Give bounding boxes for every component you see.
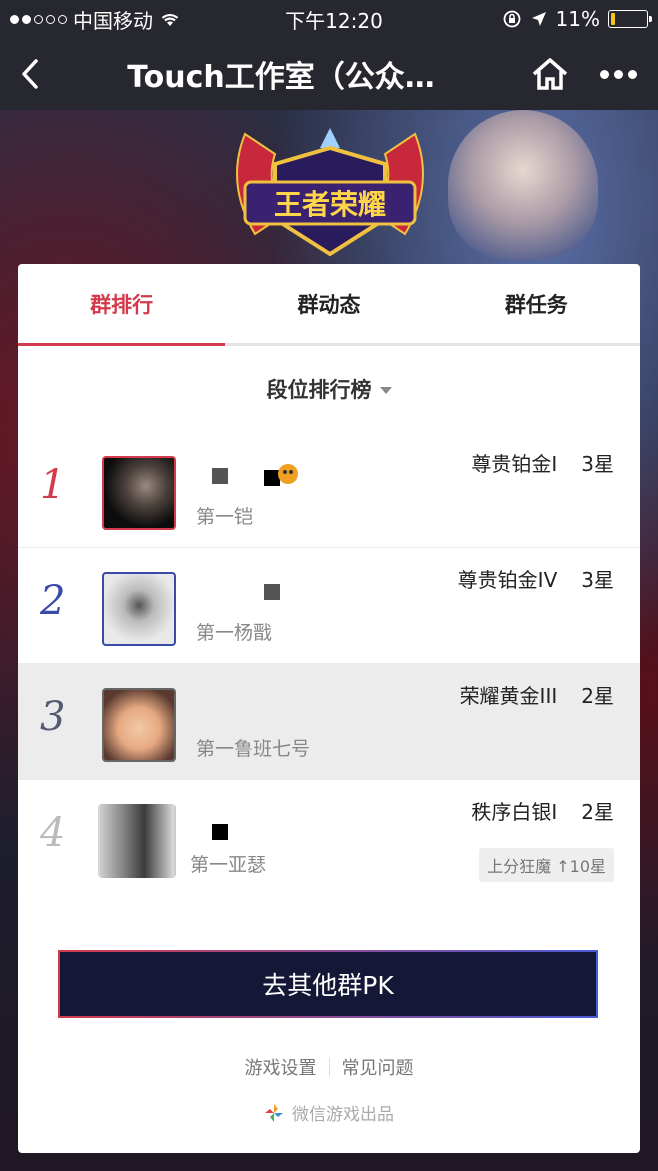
active-tab-indicator [18, 343, 225, 346]
achievement-badge: 上分狂魔 ↑10星 [479, 848, 614, 882]
ranking-row[interactable]: 2 第一杨戬 尊贵铂金IV 3星 [18, 548, 640, 664]
page-title: Touch工作室（公众… [127, 60, 435, 95]
status-bar: 中国移动 下午12:20 11% [0, 0, 658, 38]
player-tier: 尊贵铂金I 3星 [471, 448, 614, 477]
battery-fill [611, 13, 615, 25]
credit-label: 微信游戏出品 [292, 1105, 394, 1125]
carrier-label: 中国移动 [73, 8, 153, 33]
ranking-type-label: 段位排行榜 [266, 378, 372, 402]
ranking-row[interactable]: 4 第一亚瑟 秩序白银I 2星 上分狂魔 ↑10星 [18, 780, 640, 896]
wechat-games-logo-icon [265, 1103, 283, 1122]
back-arrow-icon [22, 59, 38, 89]
player-avatar[interactable] [102, 688, 176, 762]
ranking-row-current-user[interactable]: 3 第一鲁班七号 荣耀黄金III 2星 [18, 664, 640, 780]
redacted-name-block [264, 584, 280, 600]
hero-emoji-icon [278, 464, 298, 484]
player-tier: 荣耀黄金III 2星 [460, 680, 614, 709]
tab-group-activity[interactable]: 群动态 [225, 264, 432, 343]
tier-stars: 2星 [581, 684, 614, 708]
game-logo: 王者荣耀 [215, 124, 445, 264]
player-title: 第一铠 [196, 506, 254, 528]
hero-artwork [448, 110, 598, 260]
ranking-card: 群排行 群动态 群任务 段位排行榜 1 第一铠 尊贵铂金I 3星 2 第一杨戬 … [18, 264, 640, 1153]
nav-bar: Touch工作室（公众… [0, 38, 658, 110]
more-dot-icon [613, 69, 623, 79]
player-avatar[interactable] [98, 804, 176, 878]
divider [328, 1058, 330, 1076]
faq-link[interactable]: 常见问题 [342, 1054, 414, 1080]
ranking-list: 1 第一铠 尊贵铂金I 3星 2 第一杨戬 尊贵铂金IV 3星 3 第一鲁班七号… [18, 432, 640, 896]
home-button[interactable] [522, 57, 578, 91]
wifi-icon [161, 13, 179, 26]
status-time: 下午12:20 [285, 8, 383, 33]
tab-group-ranking[interactable]: 群排行 [18, 264, 225, 343]
status-right: 11% [448, 7, 652, 31]
tier-stars: 3星 [581, 568, 614, 592]
game-logo-emblem: 王者荣耀 [236, 128, 424, 257]
dropdown-caret-icon [379, 387, 392, 394]
redacted-name-block [212, 824, 228, 840]
signal-strength-icon [10, 14, 67, 24]
player-avatar[interactable] [102, 456, 176, 530]
rank-number: 2 [40, 578, 66, 624]
wechat-games-credit: 微信游戏出品 [18, 1100, 640, 1125]
pk-other-groups-button[interactable]: 去其他群PK [58, 950, 598, 1018]
rank-number: 3 [40, 694, 66, 740]
rank-number: 1 [40, 462, 66, 508]
more-dot-icon [627, 69, 637, 79]
home-icon [532, 58, 568, 90]
tier-label: 尊贵铂金I [471, 452, 558, 476]
location-arrow-icon [531, 12, 546, 26]
status-left: 中国移动 [10, 5, 250, 34]
battery-percent: 11% [555, 7, 600, 31]
player-title: 第一鲁班七号 [196, 738, 311, 760]
footer-links: 游戏设置 常见问题 [18, 1054, 640, 1080]
rotation-lock-icon [503, 10, 520, 28]
more-dot-icon [599, 69, 609, 79]
player-tier: 秩序白银I 2星 [471, 796, 614, 825]
back-button[interactable] [0, 38, 60, 110]
tab-group-tasks[interactable]: 群任务 [433, 264, 640, 343]
rank-number: 4 [40, 810, 66, 856]
more-menu-button[interactable] [578, 69, 658, 79]
battery-icon [608, 10, 652, 28]
game-logo-text: 王者荣耀 [274, 188, 386, 221]
tier-stars: 2星 [581, 800, 614, 824]
tier-label: 秩序白银I [471, 800, 558, 824]
player-tier: 尊贵铂金IV 3星 [458, 564, 614, 593]
player-title: 第一亚瑟 [190, 854, 267, 876]
ranking-row[interactable]: 1 第一铠 尊贵铂金I 3星 [18, 432, 640, 548]
tier-label: 尊贵铂金IV [457, 568, 558, 592]
redacted-name-block [212, 468, 228, 484]
player-title: 第一杨戬 [196, 622, 273, 644]
tab-bar: 群排行 群动态 群任务 [18, 264, 640, 346]
tier-label: 荣耀黄金III [459, 684, 558, 708]
ranking-type-dropdown[interactable]: 段位排行榜 [18, 346, 640, 432]
game-settings-link[interactable]: 游戏设置 [245, 1054, 317, 1080]
tier-stars: 3星 [581, 452, 614, 476]
player-avatar[interactable] [102, 572, 176, 646]
